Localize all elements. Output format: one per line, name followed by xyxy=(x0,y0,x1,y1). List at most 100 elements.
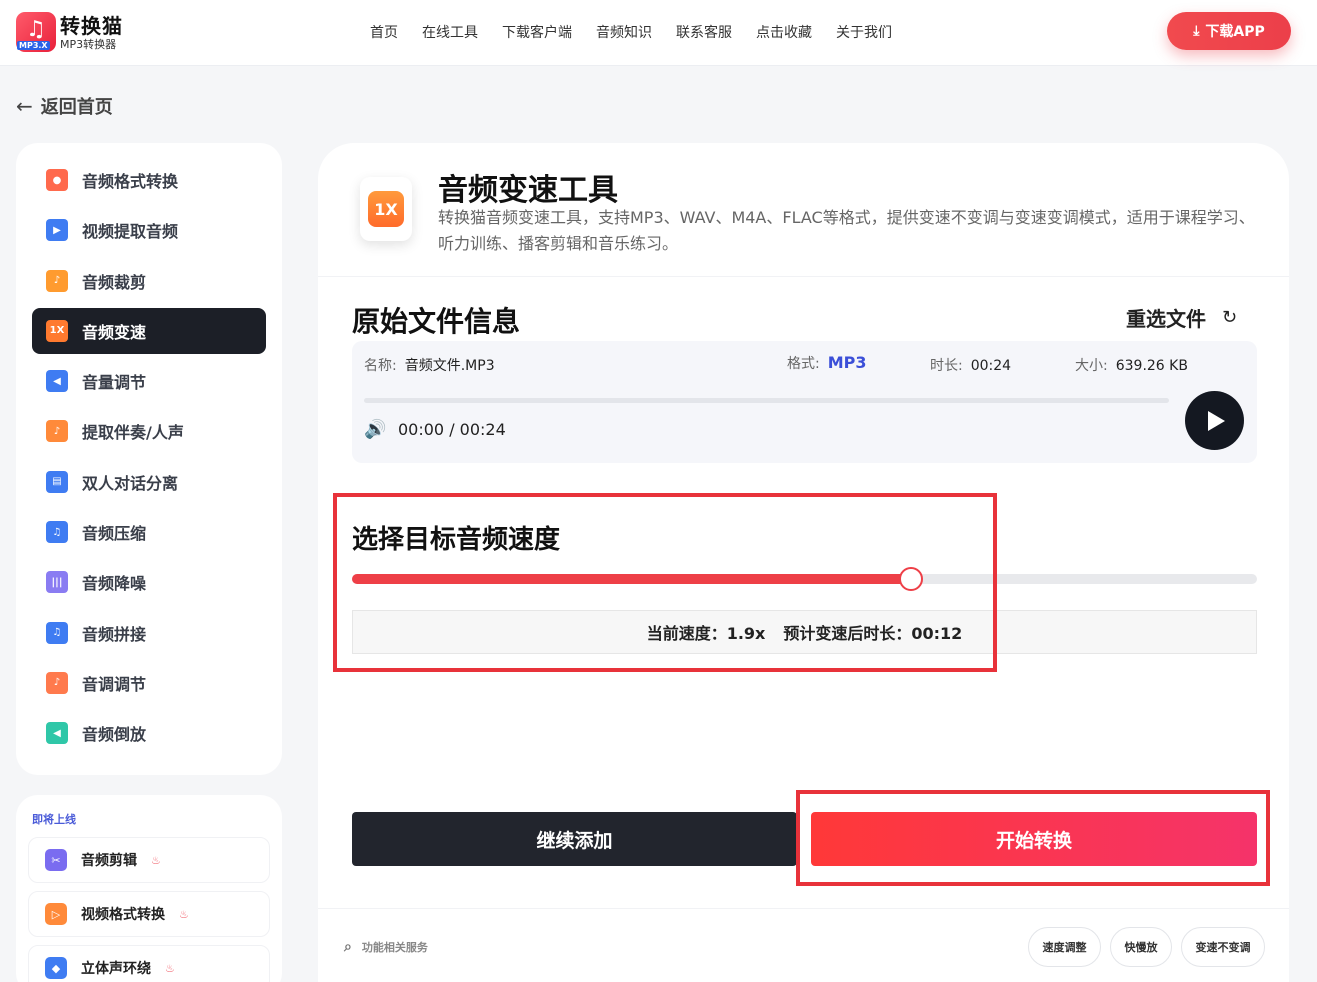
file-duration-key: 时长: xyxy=(930,358,963,374)
logo-name: 转换猫 xyxy=(60,13,123,38)
video-extract-icon: ▶ xyxy=(46,219,68,242)
reselect-file-label: 重选文件 xyxy=(1126,307,1206,331)
nav-audio-knowledge[interactable]: 音频知识 xyxy=(596,22,652,42)
sidebar-item-dialog-split[interactable]: ▤ 双人对话分离 xyxy=(32,459,266,505)
format-convert-icon: ● xyxy=(46,169,68,191)
sidebar-item-label: 音频裁剪 xyxy=(82,272,147,292)
tag-fast-slow[interactable]: 快慢放 xyxy=(1110,927,1172,967)
related-services-bar: ⌕ 功能相关服务 速度调整 快慢放 变速不变调 xyxy=(318,908,1289,982)
nav-online-tools[interactable]: 在线工具 xyxy=(422,22,478,42)
volume-icon[interactable]: 🔊 xyxy=(364,419,386,440)
sidebar-item-label: 音频变速 xyxy=(82,322,147,342)
coming-soon-label: 音频剪辑 xyxy=(81,853,137,869)
related-services-label: 功能相关服务 xyxy=(361,941,428,954)
playback-time: 00:00 / 00:24 xyxy=(398,420,506,439)
sidebar-item-label: 音频拼接 xyxy=(82,624,147,644)
logo-badge: MP3.X xyxy=(17,41,50,50)
play-button[interactable] xyxy=(1185,391,1244,450)
reselect-file-button[interactable]: 重选文件 ↻ xyxy=(1126,303,1237,332)
logo-subtitle: MP3转换器 xyxy=(60,37,117,51)
nav-about[interactable]: 关于我们 xyxy=(836,22,892,42)
nav-download-client[interactable]: 下载客户端 xyxy=(502,22,572,42)
hot-flame-icon: ♨ xyxy=(151,853,161,867)
coming-soon-item[interactable]: ✂ 音频剪辑 ♨ xyxy=(28,837,270,883)
file-size-value: 639.26 KB xyxy=(1115,358,1188,374)
tool-description: 转换猫音频变速工具，支持MP3、WAV、M4A、FLAC等格式，提供变速不变调与… xyxy=(438,208,1255,253)
speed-slider[interactable] xyxy=(352,567,1257,591)
tag-tempo-no-pitch[interactable]: 变速不变调 xyxy=(1181,927,1265,967)
continue-add-button[interactable]: 继续添加 xyxy=(352,812,797,866)
sidebar-item-vocal-extract[interactable]: ♪ 提取伴奏/人声 xyxy=(32,408,266,454)
tool-icon-frame: 1X xyxy=(360,177,412,241)
top-header: ♫ MP3.X 转换猫 MP3转换器 首页 在线工具 下载客户端 音频知识 联系… xyxy=(0,0,1317,66)
sidebar-item-label: 音频倒放 xyxy=(82,725,147,745)
nav-bookmark[interactable]: 点击收藏 xyxy=(756,22,812,42)
logo[interactable]: ♫ MP3.X 转换猫 MP3转换器 xyxy=(16,12,123,52)
sidebar-item-pitch[interactable]: ♪ 音调调节 xyxy=(32,660,266,706)
file-format-value: MP3 xyxy=(827,353,867,372)
current-speed: 当前速度：1.9x xyxy=(646,624,766,643)
scissors-icon: ✂ xyxy=(45,849,67,871)
sidebar-item-label: 音频降噪 xyxy=(82,574,147,594)
sidebar-item-audio-cut[interactable]: ♪ 音频裁剪 xyxy=(32,258,266,304)
refresh-icon: ↻ xyxy=(1222,307,1238,328)
sidebar-item-denoise[interactable]: ||| 音频降噪 xyxy=(32,559,266,605)
speed-slider-handle[interactable] xyxy=(899,567,924,591)
sidebar-item-format-convert[interactable]: ● 音频格式转换 xyxy=(32,157,266,203)
sidebar-item-label: 音调调节 xyxy=(82,674,147,694)
speed-section-title: 选择目标音频速度 xyxy=(352,525,561,555)
file-format-key: 格式: xyxy=(787,356,820,372)
sidebar-item-video-extract[interactable]: ▶ 视频提取音频 xyxy=(32,207,266,253)
main-card: 1X 音频变速工具 转换猫音频变速工具，支持MP3、WAV、M4A、FLAC等格… xyxy=(318,143,1289,982)
sidebar-item-label: 双人对话分离 xyxy=(82,473,179,493)
sidebar-item-merge[interactable]: ♫ 音频拼接 xyxy=(32,610,266,656)
coming-soon-label: 立体声环绕 xyxy=(81,961,151,977)
tool-header: 1X 音频变速工具 转换猫音频变速工具，支持MP3、WAV、M4A、FLAC等格… xyxy=(318,143,1289,277)
file-size-key: 大小: xyxy=(1075,358,1108,374)
tool-sidebar: ● 音频格式转换 ▶ 视频提取音频 ♪ 音频裁剪 1X 音频变速 ◀ 音量调节 ♪ 提取伴奏/人声 ▤ 双… xyxy=(16,143,282,775)
speed-1x-icon: 1X xyxy=(368,191,404,227)
estimated-duration: 预计变速后时长：00:12 xyxy=(783,624,963,643)
coming-soon-item[interactable]: ◆ 立体声环绕 ♨ xyxy=(28,945,270,982)
coming-soon-label: 视频格式转换 xyxy=(81,907,165,923)
sidebar-item-speed[interactable]: 1X 音频变速 xyxy=(32,307,266,354)
compress-icon: ♫ xyxy=(46,521,68,544)
file-info-title: 原始文件信息 xyxy=(352,305,521,338)
file-duration-value: 00:24 xyxy=(970,358,1012,374)
download-app-button[interactable]: ⤓ 下载APP xyxy=(1167,12,1291,50)
sidebar-item-label: 提取伴奏/人声 xyxy=(82,423,184,443)
audio-cut-icon: ♪ xyxy=(46,269,68,292)
related-services: ⌕ 功能相关服务 xyxy=(344,939,428,955)
play-icon xyxy=(1208,410,1225,431)
tool-title: 音频变速工具 xyxy=(438,173,618,208)
download-app-label: 下载APP xyxy=(1205,24,1265,40)
download-icon: ⤓ xyxy=(1193,23,1200,39)
reverse-icon: ◀ xyxy=(46,722,68,745)
hot-flame-icon: ♨ xyxy=(165,961,175,975)
sidebar-item-volume[interactable]: ◀ 音量调节 xyxy=(32,358,266,404)
vocal-extract-icon: ♪ xyxy=(46,420,68,443)
speed-info-box: 当前速度：1.9x 预计变速后时长：00:12 xyxy=(352,610,1257,654)
file-info-panel: 名称: 音频文件.MP3 格式: MP3 时长: 00:24 大小: 639.26 KB… xyxy=(352,341,1257,463)
denoise-icon: ||| xyxy=(46,571,68,594)
nav-contact-support[interactable]: 联系客服 xyxy=(676,22,732,42)
sidebar-item-reverse[interactable]: ◀ 音频倒放 xyxy=(32,710,266,756)
merge-icon: ♫ xyxy=(46,621,68,644)
start-convert-button[interactable]: 开始转换 xyxy=(811,812,1257,866)
file-size: 大小: 639.26 KB xyxy=(1075,355,1188,375)
speed-icon: 1X xyxy=(46,319,68,342)
sidebar-item-compress[interactable]: ♫ 音频压缩 xyxy=(32,509,266,555)
sidebar-item-label: 音频压缩 xyxy=(82,524,147,544)
file-format: 格式: MP3 xyxy=(787,353,867,373)
playback-progress-bar[interactable] xyxy=(364,398,1169,403)
tag-speed-adjust[interactable]: 速度调整 xyxy=(1028,927,1101,967)
coming-soon-panel: 即将上线 ✂ 音频剪辑 ♨ ▷ 视频格式转换 ♨ ◆ 立体声环绕 ♨ xyxy=(16,795,282,982)
pitch-icon: ♪ xyxy=(46,671,68,694)
nav-home[interactable]: 首页 xyxy=(370,22,398,42)
dialog-split-icon: ▤ xyxy=(46,470,68,493)
back-home-link[interactable]: ← 返回首页 xyxy=(16,93,113,119)
cube-icon: ◆ xyxy=(45,957,67,979)
coming-soon-item[interactable]: ▷ 视频格式转换 ♨ xyxy=(28,891,270,937)
sidebar-item-label: 音频格式转换 xyxy=(82,172,179,191)
sidebar-item-label: 音量调节 xyxy=(82,373,147,393)
